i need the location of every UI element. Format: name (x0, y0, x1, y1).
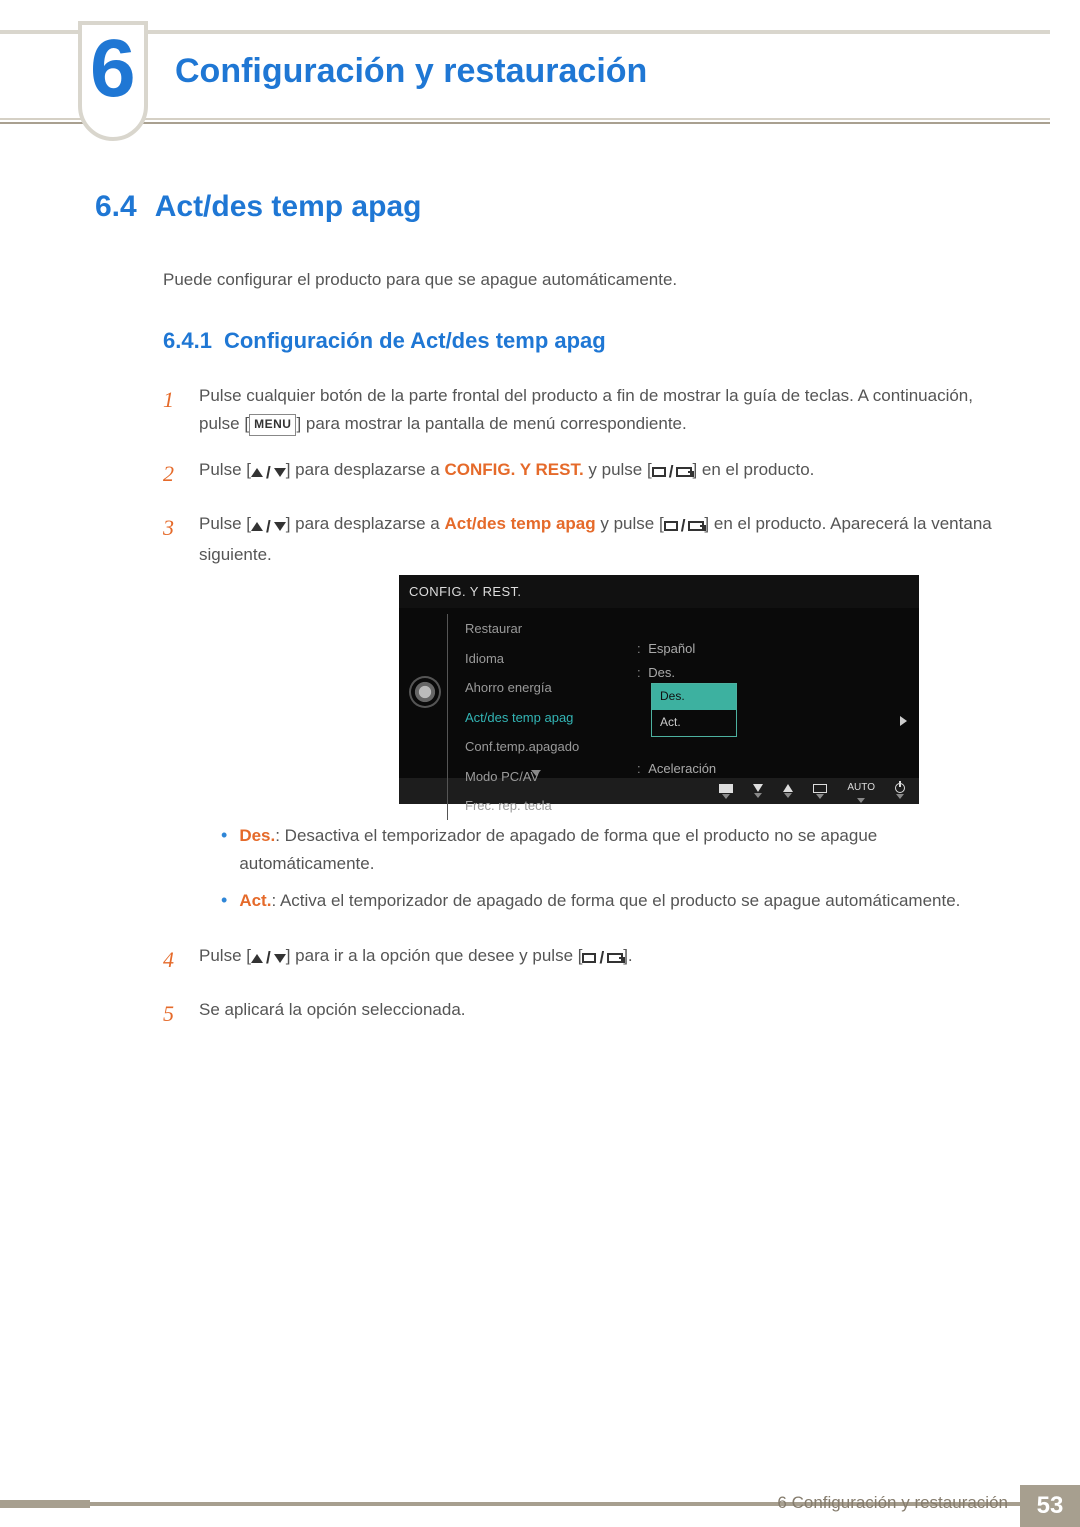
osd-value-frec: Aceleración (637, 758, 729, 779)
procedure-steps: 1 Pulse cualquier botón de la parte fron… (163, 382, 995, 1033)
step-1: 1 Pulse cualquier botón de la parte fron… (163, 382, 995, 438)
osd-item-frec: Frec. rep. tecla (459, 791, 629, 820)
osd-dropdown: Des. Act. (651, 683, 737, 737)
osd-footer-back-icon (719, 784, 733, 799)
osd-footer-enter-icon (813, 784, 827, 799)
chapter-title: Configuración y restauración (175, 52, 647, 91)
subsection-title: Configuración de Act/des temp apag (224, 328, 606, 353)
osd-footer-power-icon (895, 783, 905, 799)
subsection-heading: 6.4.1 Configuración de Act/des temp apag (163, 328, 995, 354)
term-des: Des. (239, 826, 275, 845)
osd-menu-list: Restaurar Idioma Ahorro energía Act/des … (459, 614, 629, 820)
triangle-up-icon (251, 522, 263, 531)
enter-source-icon: / (664, 512, 705, 540)
term-act: Act. (239, 891, 271, 910)
osd-item-modo: Modo PC/AV (459, 762, 629, 791)
rect-icon (652, 467, 666, 477)
source-icon (688, 521, 704, 531)
page-footer: 6 Configuración y restauración 53 (0, 1485, 1080, 1527)
step-5: 5 Se aplicará la opción seleccionada. (163, 996, 995, 1032)
menu-name-highlight: Act/des temp apag (444, 514, 595, 533)
step-number: 2 (163, 456, 181, 492)
desc-act: : Activa el temporizador de apagado de f… (271, 891, 960, 910)
step-2: 2 Pulse [/] para desplazarse a CONFIG. Y… (163, 456, 995, 492)
step-number: 3 (163, 510, 181, 924)
step-text: Pulse [ (199, 946, 251, 965)
step-text: ] en el producto. (692, 460, 814, 479)
osd-footer-auto-icon: AUTO (847, 780, 875, 803)
bullet-icon: • (221, 826, 227, 876)
step-text: y pulse [ (584, 460, 652, 479)
step-text: ] para ir a la opción que desee y pulse … (286, 946, 583, 965)
bullet-des: • Des.: Desactiva el temporizador de apa… (221, 822, 995, 876)
chevron-right-icon (900, 716, 907, 726)
step-number: 1 (163, 382, 181, 438)
source-icon (676, 467, 692, 477)
step-text: Pulse [ (199, 460, 251, 479)
bullet-icon: • (221, 891, 227, 914)
option-descriptions: • Des.: Desactiva el temporizador de apa… (221, 822, 995, 914)
step-text: Se aplicará la opción seleccionada. (199, 996, 995, 1032)
osd-item-idioma: Idioma (459, 644, 629, 673)
up-down-icon: / (251, 459, 286, 487)
osd-item-ahorro: Ahorro energía (459, 673, 629, 702)
step-3: 3 Pulse [/] para desplazarse a Act/des t… (163, 510, 995, 924)
step-4: 4 Pulse [/] para ir a la opción que dese… (163, 942, 995, 978)
chapter-header: 6 Configuración y restauración (0, 30, 1080, 120)
step-text: ] para desplazarse a (286, 460, 445, 479)
footer-chapter-label: 6 Configuración y restauración (777, 1493, 1008, 1513)
subsection-number: 6.4.1 (163, 328, 212, 353)
osd-value-ahorro: Des. (637, 662, 729, 683)
section-number: 6.4 (95, 190, 137, 224)
menu-name-highlight: CONFIG. Y REST. (444, 460, 583, 479)
triangle-down-icon (274, 468, 286, 477)
header-rule-top (0, 30, 1050, 34)
osd-body: Restaurar Idioma Ahorro energía Act/des … (399, 608, 919, 778)
section-heading: 6.4 Act/des temp apag (95, 190, 995, 224)
osd-menu-figure: CONFIG. Y REST. Restaurar Idioma Ahorro … (399, 575, 919, 804)
page-content: 6.4 Act/des temp apag Puede configurar e… (95, 190, 995, 1051)
rect-icon (664, 521, 678, 531)
osd-item-conf: Conf.temp.apagado (459, 732, 629, 761)
osd-dropdown-act: Act. (652, 710, 736, 736)
triangle-down-icon (274, 954, 286, 963)
step-number: 5 (163, 996, 181, 1032)
triangle-up-icon (251, 954, 263, 963)
up-down-icon: / (251, 944, 286, 972)
header-rule-bottom (0, 118, 1050, 120)
triangle-down-icon (274, 522, 286, 531)
gear-icon (411, 678, 439, 706)
menu-key-icon: MENU (249, 414, 296, 436)
step-text: ] para desplazarse a (286, 514, 445, 533)
enter-source-icon: / (582, 944, 623, 972)
chapter-number: 6 (90, 22, 136, 116)
source-icon (607, 953, 623, 963)
section-title: Act/des temp apag (155, 190, 422, 224)
osd-value-idioma: Español (637, 638, 729, 659)
osd-title: CONFIG. Y REST. (399, 575, 919, 608)
enter-source-icon: / (652, 458, 693, 486)
triangle-up-icon (251, 468, 263, 477)
step-text: ] para mostrar la pantalla de menú corre… (296, 414, 686, 433)
section-intro: Puede configurar el producto para que se… (163, 270, 995, 290)
up-down-icon: / (251, 513, 286, 541)
bullet-act: • Act.: Activa el temporizador de apagad… (221, 887, 995, 914)
osd-footer-up-icon (783, 784, 793, 798)
rect-icon (582, 953, 596, 963)
osd-dropdown-des: Des. (652, 684, 736, 710)
step-number: 4 (163, 942, 181, 978)
desc-des: : Desactiva el temporizador de apagado d… (239, 826, 877, 872)
header-rule-bottom-shadow (0, 122, 1050, 124)
osd-footer-down-icon (753, 784, 763, 798)
page-number: 53 (1020, 1485, 1080, 1527)
step-text: y pulse [ (596, 514, 664, 533)
chevron-down-icon (531, 770, 541, 776)
osd-item-restaurar: Restaurar (459, 614, 629, 643)
osd-item-actdes: Act/des temp apag (459, 703, 629, 732)
step-text: Pulse [ (199, 514, 251, 533)
